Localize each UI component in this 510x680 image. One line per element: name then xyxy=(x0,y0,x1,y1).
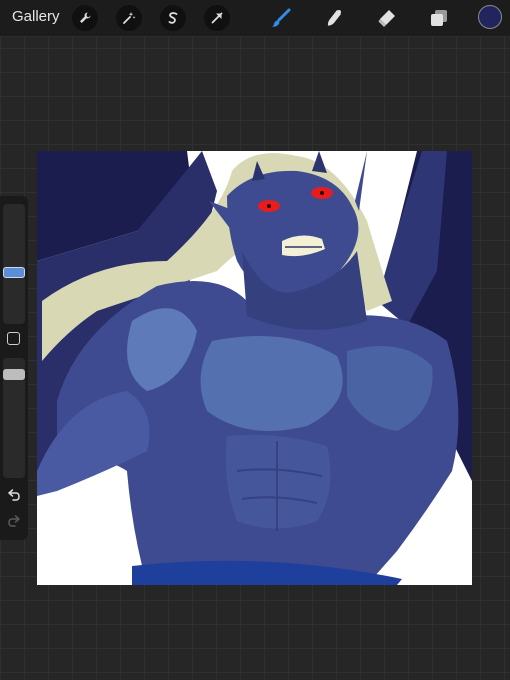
artwork xyxy=(37,151,472,585)
redo-button[interactable] xyxy=(6,514,22,530)
brush-size-thumb[interactable] xyxy=(3,266,25,278)
eraser-icon xyxy=(377,8,397,28)
smudge-tool-button[interactable] xyxy=(322,5,348,31)
top-toolbar: Gallery xyxy=(0,0,510,37)
layers-icon xyxy=(429,8,449,28)
opacity-thumb[interactable] xyxy=(3,368,25,380)
undo-icon xyxy=(6,489,22,508)
left-sidebar xyxy=(0,196,28,540)
layers-button[interactable] xyxy=(426,5,452,31)
smudge-icon xyxy=(325,8,345,28)
right-ear xyxy=(355,151,367,211)
color-picker-button[interactable] xyxy=(478,5,502,29)
eraser-tool-button[interactable] xyxy=(374,5,400,31)
brush-icon xyxy=(271,8,291,28)
left-pec xyxy=(200,336,343,431)
redo-icon xyxy=(6,515,22,534)
selection-s-icon xyxy=(166,11,180,25)
actions-button[interactable] xyxy=(72,5,98,31)
brush-tool-button[interactable] xyxy=(268,5,294,31)
modify-button[interactable] xyxy=(7,332,20,345)
brush-size-slider[interactable] xyxy=(3,204,25,324)
selection-button[interactable] xyxy=(160,5,186,31)
magic-wand-icon xyxy=(122,11,136,25)
gallery-button[interactable]: Gallery xyxy=(12,8,60,25)
adjustments-button[interactable] xyxy=(116,5,142,31)
undo-button[interactable] xyxy=(6,488,22,504)
drawing-canvas[interactable] xyxy=(37,151,472,585)
transform-button[interactable] xyxy=(204,5,230,31)
abs xyxy=(225,434,331,529)
wrench-icon xyxy=(78,11,92,25)
arrow-cursor-icon xyxy=(210,11,224,25)
